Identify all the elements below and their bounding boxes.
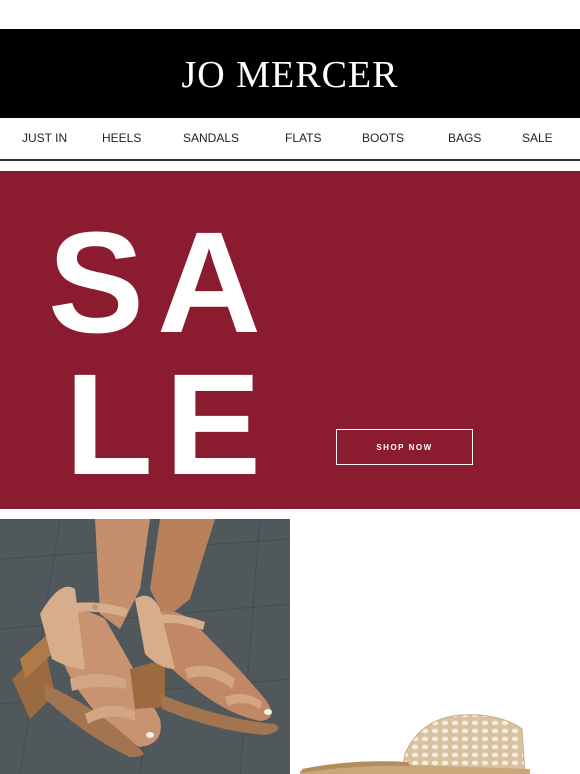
nav-divider: [0, 159, 580, 161]
nav-item-boots[interactable]: BOOTS: [362, 131, 404, 145]
nav-item-flats[interactable]: FLATS: [285, 131, 321, 145]
product-photo-tan-sandal[interactable]: [0, 519, 290, 774]
sale-letter-l: L: [65, 344, 153, 505]
nav-item-just-in[interactable]: JUST IN: [22, 131, 67, 145]
nav-item-heels[interactable]: HEELS: [102, 131, 141, 145]
gold-mule-image: [290, 519, 580, 774]
header-bar: JO MERCER: [0, 29, 580, 118]
sale-banner[interactable]: S A L E SHOP NOW: [0, 171, 580, 509]
nav-item-sale[interactable]: SALE: [522, 131, 553, 145]
shop-now-button[interactable]: SHOP NOW: [336, 429, 473, 465]
sale-letter-a: A: [157, 202, 261, 363]
sale-letter-s: S: [48, 202, 145, 363]
brand-logo[interactable]: JO MERCER: [182, 53, 399, 97]
sale-letter-e: E: [165, 344, 262, 505]
nav-item-bags[interactable]: BAGS: [448, 131, 481, 145]
product-photo-gold-mule[interactable]: [290, 519, 580, 774]
nav-item-sandals[interactable]: SANDALS: [183, 131, 239, 145]
main-nav: JUST IN HEELS SANDALS FLATS BOOTS BAGS S…: [0, 118, 580, 159]
tan-sandal-image: [0, 519, 290, 774]
